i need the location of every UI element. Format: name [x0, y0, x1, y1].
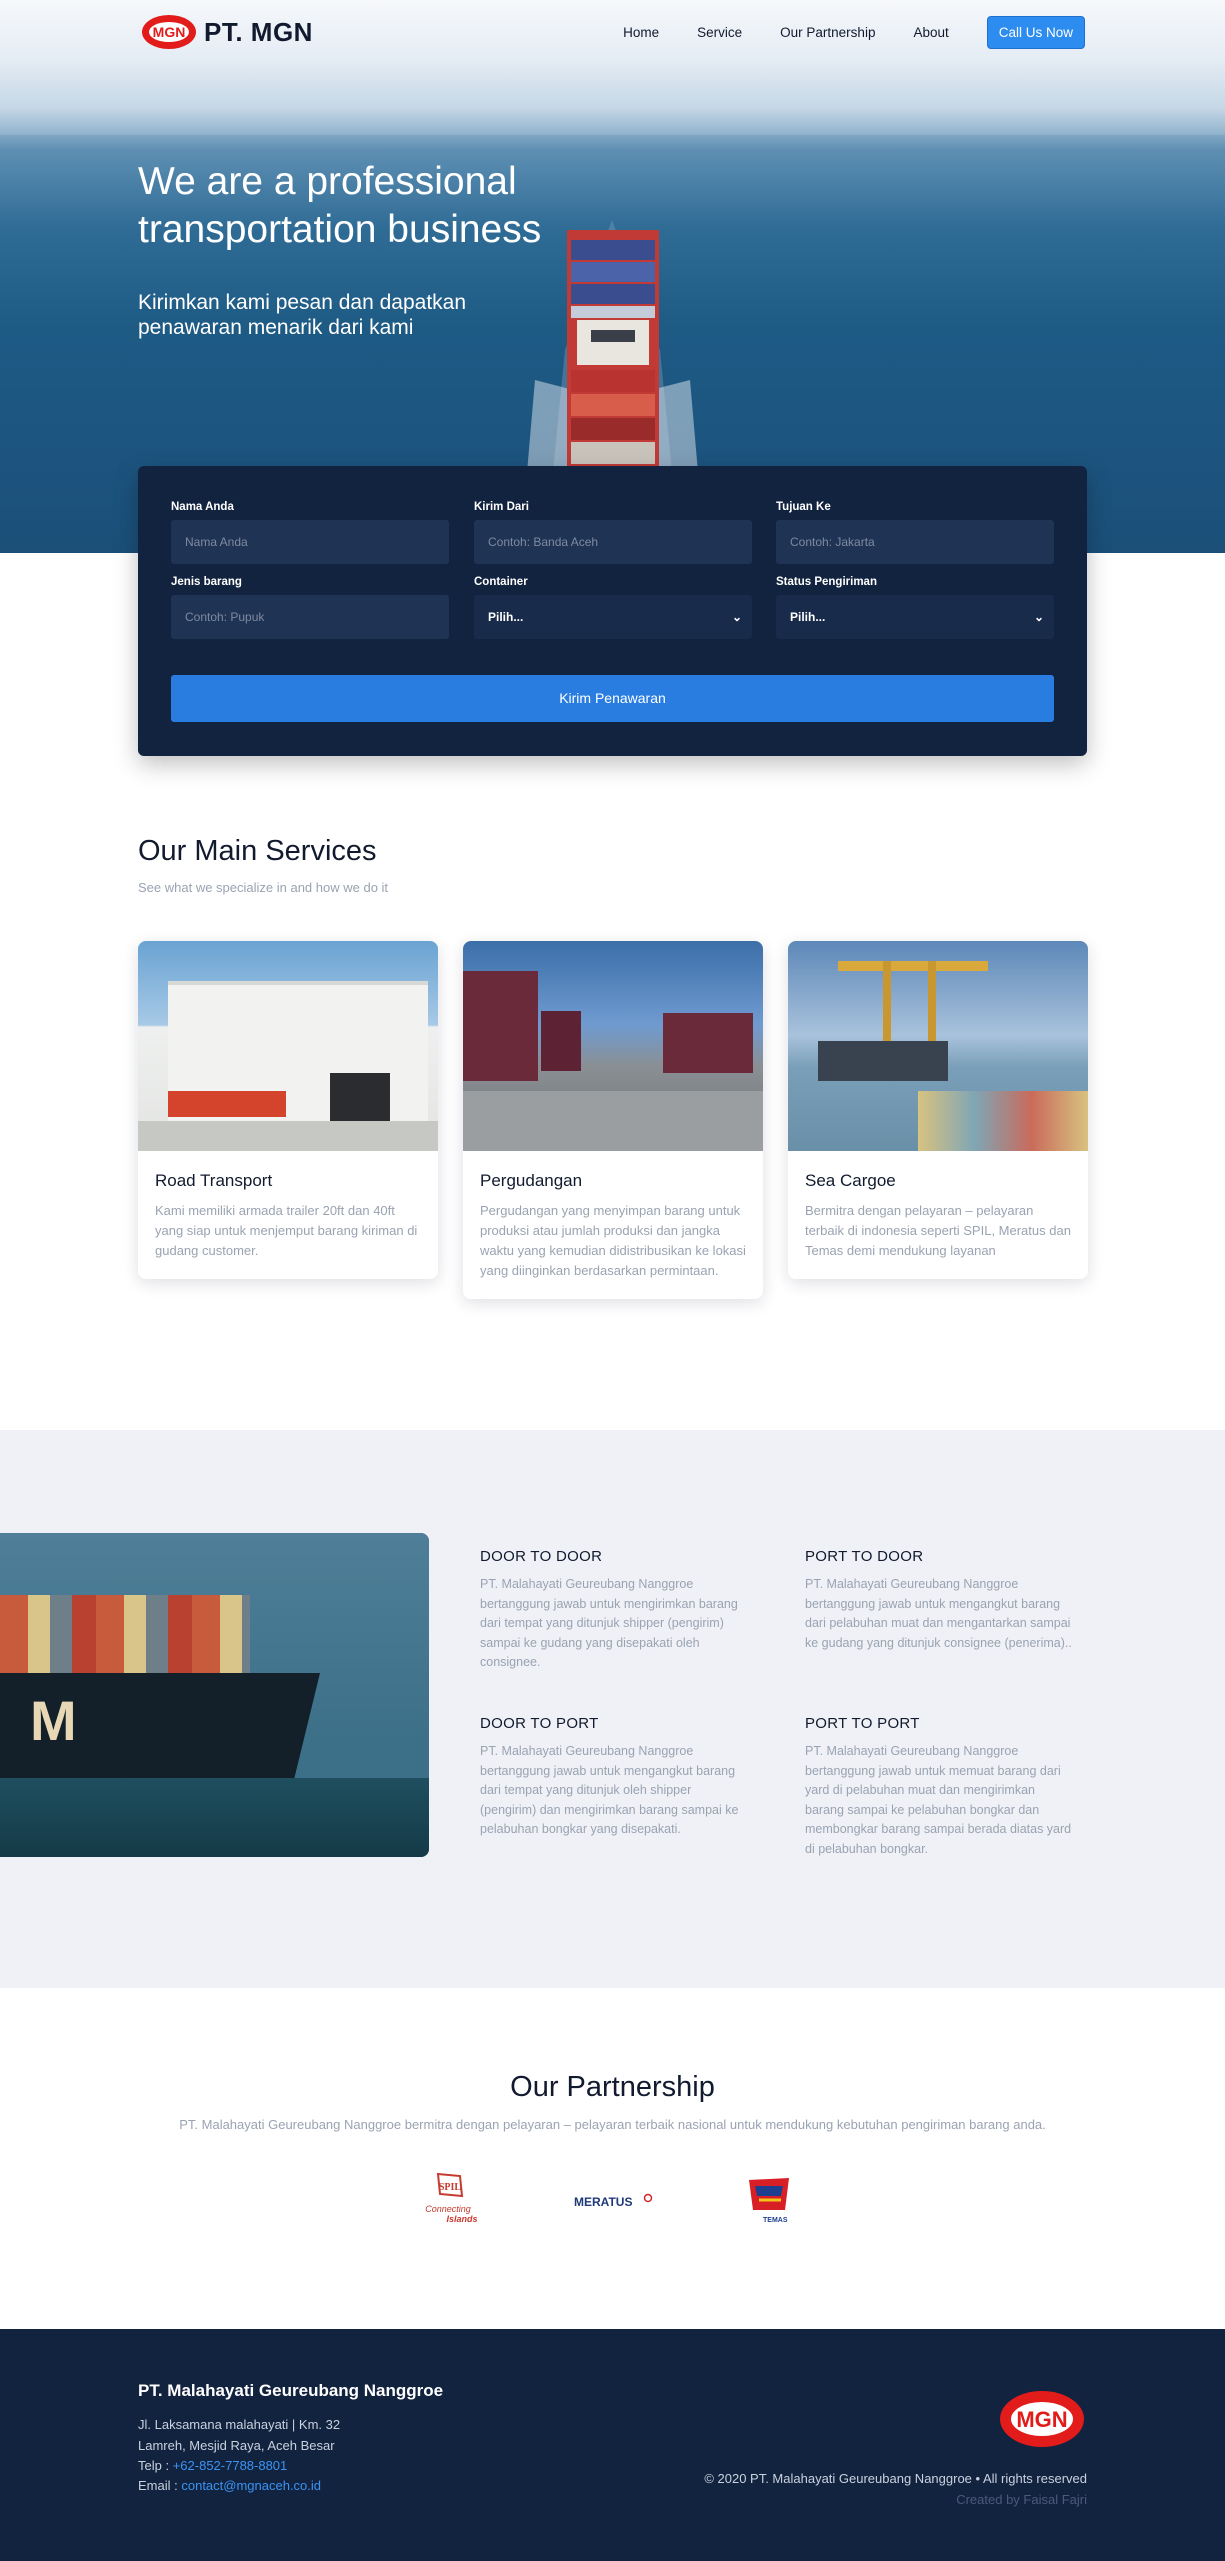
service-card-road[interactable]: Road Transport Kami memiliki armada trai…: [138, 941, 438, 1279]
call-us-button[interactable]: Call Us Now: [986, 16, 1085, 49]
submit-quote-button[interactable]: Kirim Penawaran: [171, 675, 1054, 722]
footer-email: Email : contact@mgnaceh.co.id: [138, 2478, 321, 2493]
container-select-value: Pilih...: [488, 610, 524, 624]
from-label: Kirim Dari: [474, 501, 529, 513]
footer-company-name: PT. Malahayati Geureubang Nanggroe: [138, 2381, 444, 2400]
svg-text:MGN: MGN: [1016, 2407, 1067, 2432]
svg-text:MERATUS: MERATUS: [574, 2195, 632, 2209]
footer-phone-label: Telp :: [138, 2458, 170, 2473]
container-label: Container: [474, 576, 528, 588]
nav-service[interactable]: Service: [697, 25, 742, 40]
cargo-ship-image: M: [0, 1533, 429, 1857]
nav-partnership[interactable]: Our Partnership: [780, 25, 875, 40]
shipping-type-text: PT. Malahayati Geureubang Nanggroe berta…: [805, 1577, 1072, 1650]
meratus-logo[interactable]: MERATUS: [572, 2190, 658, 2214]
brand-logo[interactable]: MGN PT. MGN: [140, 13, 313, 51]
partnership-title: Our Partnership: [510, 2071, 715, 2103]
svg-text:MGN: MGN: [153, 24, 186, 40]
service-card-warehouse[interactable]: Pergudangan Pergudangan yang menyimpan b…: [463, 941, 763, 1299]
partnership-subtitle: PT. Malahayati Geureubang Nanggroe bermi…: [179, 2117, 1046, 2132]
hero-subtitle: Kirimkan kami pesan dan dapatkan penawar…: [138, 291, 467, 339]
mgn-logo-icon: MGN: [142, 15, 196, 49]
shipping-type-title: PORT TO PORT: [805, 1715, 920, 1732]
to-input[interactable]: Contoh: Jakarta: [776, 520, 1054, 564]
from-field-group: Kirim Dari Contoh: Banda Aceh: [474, 501, 752, 564]
quote-form: Nama Anda Nama Anda Kirim Dari Contoh: B…: [138, 466, 1087, 756]
footer-phone-link[interactable]: +62-852-7788-8801: [173, 2458, 288, 2473]
hero-title: We are a professional transportation bus…: [138, 160, 542, 251]
service-card-title: Road Transport: [155, 1171, 273, 1190]
name-field-group: Nama Anda Nama Anda: [171, 501, 449, 564]
shipping-type-text: PT. Malahayati Geureubang Nanggroe berta…: [480, 1744, 739, 1836]
svg-text:TEMAS: TEMAS: [763, 2217, 788, 2224]
footer-address-line1: Jl. Laksamana malahayati | Km. 32: [138, 2417, 341, 2432]
brand-name: PT. MGN: [204, 16, 313, 47]
status-field-group: Status Pengiriman Pilih... ⌄: [776, 576, 1054, 639]
top-navigation: MGN PT. MGN Home Service Our Partnership…: [0, 0, 1225, 64]
footer-copyright: © 2020 PT. Malahayati Geureubang Nanggro…: [704, 2471, 1087, 2486]
services-subtitle: See what we specialize in and how we do …: [138, 880, 389, 895]
svg-text:Islands: Islands: [446, 2214, 477, 2224]
shipping-type-title: DOOR TO DOOR: [480, 1548, 603, 1565]
service-card-text: Bermitra dengan pelayaran – pelayaran te…: [805, 1203, 1071, 1258]
shipping-type-text: PT. Malahayati Geureubang Nanggroe berta…: [480, 1577, 738, 1669]
footer-credit: Created by Faisal Fajri: [956, 2492, 1087, 2507]
port-to-door-block: PORT TO DOOR PT. Malahayati Geureubang N…: [805, 1548, 1075, 1653]
service-card-text: Pergudangan yang menyimpan barang untuk …: [480, 1203, 746, 1278]
goods-label: Jenis barang: [171, 576, 242, 588]
door-to-door-block: DOOR TO DOOR PT. Malahayati Geureubang N…: [480, 1548, 750, 1673]
svg-text:Connecting: Connecting: [425, 2204, 471, 2214]
footer-mgn-logo: MGN: [1000, 2391, 1084, 2447]
name-input[interactable]: Nama Anda: [171, 520, 449, 564]
temas-logo[interactable]: TEMAS: [745, 2174, 805, 2226]
status-label: Status Pengiriman: [776, 576, 877, 588]
goods-input[interactable]: Contoh: Pupuk: [171, 595, 449, 639]
nav-home[interactable]: Home: [623, 25, 659, 40]
chevron-down-icon: ⌄: [731, 610, 742, 624]
port-cranes-image: [788, 941, 1088, 1151]
shipping-type-title: PORT TO DOOR: [805, 1548, 924, 1565]
status-select-value: Pilih...: [790, 610, 826, 624]
shipping-type-title: DOOR TO PORT: [480, 1715, 599, 1732]
to-label: Tujuan Ke: [776, 501, 831, 513]
goods-field-group: Jenis barang Contoh: Pupuk: [171, 576, 449, 639]
chevron-down-icon: ⌄: [1033, 610, 1044, 624]
spil-logo[interactable]: SPIL Connecting Islands: [410, 2172, 490, 2230]
svg-text:SPIL: SPIL: [439, 2182, 462, 2193]
container-select[interactable]: Pilih... ⌄: [474, 595, 752, 639]
to-field-group: Tujuan Ke Contoh: Jakarta: [776, 501, 1054, 564]
shipping-type-text: PT. Malahayati Geureubang Nanggroe berta…: [805, 1744, 1072, 1856]
service-card-title: Sea Cargoe: [805, 1171, 896, 1190]
footer-email-link[interactable]: contact@mgnaceh.co.id: [181, 2478, 321, 2493]
container-yard-image: [463, 941, 763, 1151]
status-select[interactable]: Pilih... ⌄: [776, 595, 1054, 639]
footer-address-line2: Lamreh, Mesjid Raya, Aceh Besar: [138, 2438, 335, 2453]
door-to-port-block: DOOR TO PORT PT. Malahayati Geureubang N…: [480, 1715, 750, 1840]
footer-phone: Telp : +62-852-7788-8801: [138, 2458, 287, 2473]
site-footer: PT. Malahayati Geureubang Nanggroe Jl. L…: [0, 2329, 1225, 2561]
warehouse-truck-image: [138, 941, 438, 1151]
service-card-sea[interactable]: Sea Cargoe Bermitra dengan pelayaran – p…: [788, 941, 1088, 1279]
service-card-text: Kami memiliki armada trailer 20ft dan 40…: [155, 1203, 418, 1258]
port-to-port-block: PORT TO PORT PT. Malahayati Geureubang N…: [805, 1715, 1075, 1859]
nav-about[interactable]: About: [913, 25, 948, 40]
service-card-title: Pergudangan: [480, 1171, 583, 1190]
main-menu: Home Service Our Partnership About Call …: [585, 16, 1085, 49]
footer-email-label: Email :: [138, 2478, 178, 2493]
services-title: Our Main Services: [138, 835, 377, 867]
from-input[interactable]: Contoh: Banda Aceh: [474, 520, 752, 564]
container-field-group: Container Pilih... ⌄: [474, 576, 752, 639]
name-label: Nama Anda: [171, 501, 234, 513]
shipping-types-section: M DOOR TO DOOR PT. Malahayati Geureubang…: [0, 1430, 1225, 1988]
